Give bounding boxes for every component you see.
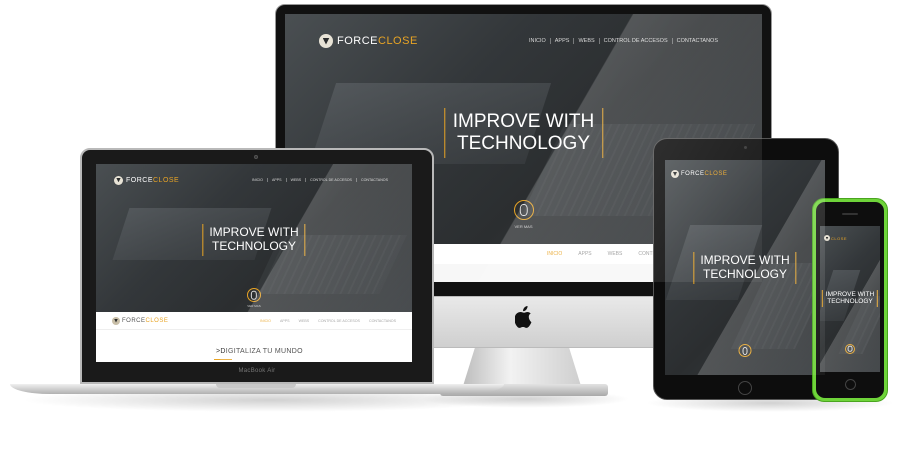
ipad-nav: FORCE CLOSE	[665, 166, 825, 182]
menu-item-webs[interactable]: WEBS	[285, 178, 306, 182]
subnav-item-apps[interactable]: APPS	[578, 251, 591, 257]
subnav-item-webs[interactable]: WEBS	[299, 319, 310, 323]
section-heading-underline	[214, 359, 232, 360]
macbook-notch	[216, 384, 296, 388]
subnav-item-contactanos[interactable]: CONTACTANOS	[369, 319, 396, 323]
imac-scroll-label: VER MAS	[514, 224, 533, 229]
mouse-scroll-icon[interactable]	[845, 344, 855, 354]
subnav-item-apps[interactable]: APPS	[280, 319, 290, 323]
imac-nav: FORCE CLOSE INICIO APPS WEBS CONTROL DE A…	[285, 26, 762, 56]
iphone-hero: CLOSE IMPROVE WITH TECHNOLOGY	[820, 226, 880, 372]
ipad-camera	[744, 146, 747, 149]
mouse-scroll-icon[interactable]	[247, 288, 261, 302]
ipad-hero-title: IMPROVE WITH TECHNOLOGY	[693, 252, 797, 284]
iphone-speaker	[842, 213, 858, 215]
imac-menu: INICIO APPS WEBS CONTROL DE ACCESOS CONT…	[525, 38, 722, 44]
macbook-camera	[254, 155, 258, 159]
ipad-screen: FORCE CLOSE IMPROVE WITH TECHNOLOGY	[665, 160, 825, 375]
subnav-item-inicio[interactable]: INICIO	[260, 319, 271, 323]
menu-item-contactanos[interactable]: CONTACTANOS	[671, 38, 722, 44]
imac-logo[interactable]: FORCE CLOSE	[319, 34, 418, 48]
menu-item-control[interactable]: CONTROL DE ACCESOS	[305, 178, 356, 182]
macbook-logo[interactable]: FORCE CLOSE	[114, 175, 179, 185]
forceclose-shield-icon	[824, 235, 830, 241]
imac-stand-neck	[463, 348, 581, 386]
menu-item-inicio[interactable]: INICIO	[248, 178, 267, 182]
macbook-sticky-menu: INICIO APPS WEBS CONTROL DE ACCESOS CONT…	[260, 319, 396, 323]
menu-item-control[interactable]: CONTROL DE ACCESOS	[598, 38, 672, 44]
forceclose-shield-icon	[112, 316, 120, 325]
iphone-logo[interactable]: CLOSE	[824, 235, 847, 241]
menu-item-inicio[interactable]: INICIO	[525, 38, 550, 44]
macbook-content: >DIGITALIZA TU MUNDO	[96, 330, 412, 362]
iphone-hero-title: IMPROVE WITH TECHNOLOGY	[821, 290, 879, 307]
forceclose-shield-icon	[114, 175, 123, 185]
macbook-hero: FORCE CLOSE INICIO APPS WEBS CONTROL DE A…	[96, 164, 412, 312]
mouse-scroll-icon[interactable]	[738, 344, 752, 357]
forceclose-shield-icon	[671, 170, 679, 178]
menu-item-contactanos[interactable]: CONTACTANOS	[355, 178, 392, 182]
macbook-scroll-label: VER MAS	[247, 304, 261, 308]
macbook-hero-title: IMPROVE WITH TECHNOLOGY	[202, 224, 306, 256]
mouse-scroll-icon[interactable]	[513, 200, 534, 220]
macbook-sticky-nav: FORCE CLOSE INICIO APPS WEBS CONTROL DE A…	[96, 312, 412, 330]
subnav-item-webs[interactable]: WEBS	[608, 251, 623, 257]
menu-item-webs[interactable]: WEBS	[573, 38, 598, 44]
menu-item-apps[interactable]: APPS	[266, 178, 286, 182]
subnav-item-inicio[interactable]: INICIO	[547, 251, 562, 257]
macbook-label: MacBook Air	[238, 368, 276, 374]
apple-logo-icon	[515, 306, 532, 328]
ipad-logo[interactable]: FORCE CLOSE	[671, 170, 727, 178]
section-heading: >DIGITALIZA TU MUNDO	[216, 348, 303, 355]
iphone-screen: CLOSE IMPROVE WITH TECHNOLOGY	[820, 226, 880, 372]
subnav-item-control[interactable]: CONTROL DE ACCESOS	[318, 319, 360, 323]
menu-item-apps[interactable]: APPS	[549, 38, 574, 44]
macbook-nav: FORCE CLOSE INICIO APPS WEBS CONTROL DE A…	[96, 170, 412, 190]
iphone-home-button[interactable]	[845, 379, 856, 390]
ipad-hero: FORCE CLOSE IMPROVE WITH TECHNOLOGY	[665, 160, 825, 375]
macbook-menu: INICIO APPS WEBS CONTROL DE ACCESOS CONT…	[248, 178, 392, 182]
ipad-home-button[interactable]	[738, 381, 752, 395]
imac-hero-title: IMPROVE WITH TECHNOLOGY	[443, 108, 604, 158]
macbook-sticky-logo[interactable]: FORCE CLOSE	[112, 316, 168, 325]
iphone-nav: CLOSE	[820, 232, 880, 244]
macbook-screen: FORCE CLOSE INICIO APPS WEBS CONTROL DE A…	[96, 164, 412, 362]
forceclose-shield-icon	[319, 34, 333, 48]
